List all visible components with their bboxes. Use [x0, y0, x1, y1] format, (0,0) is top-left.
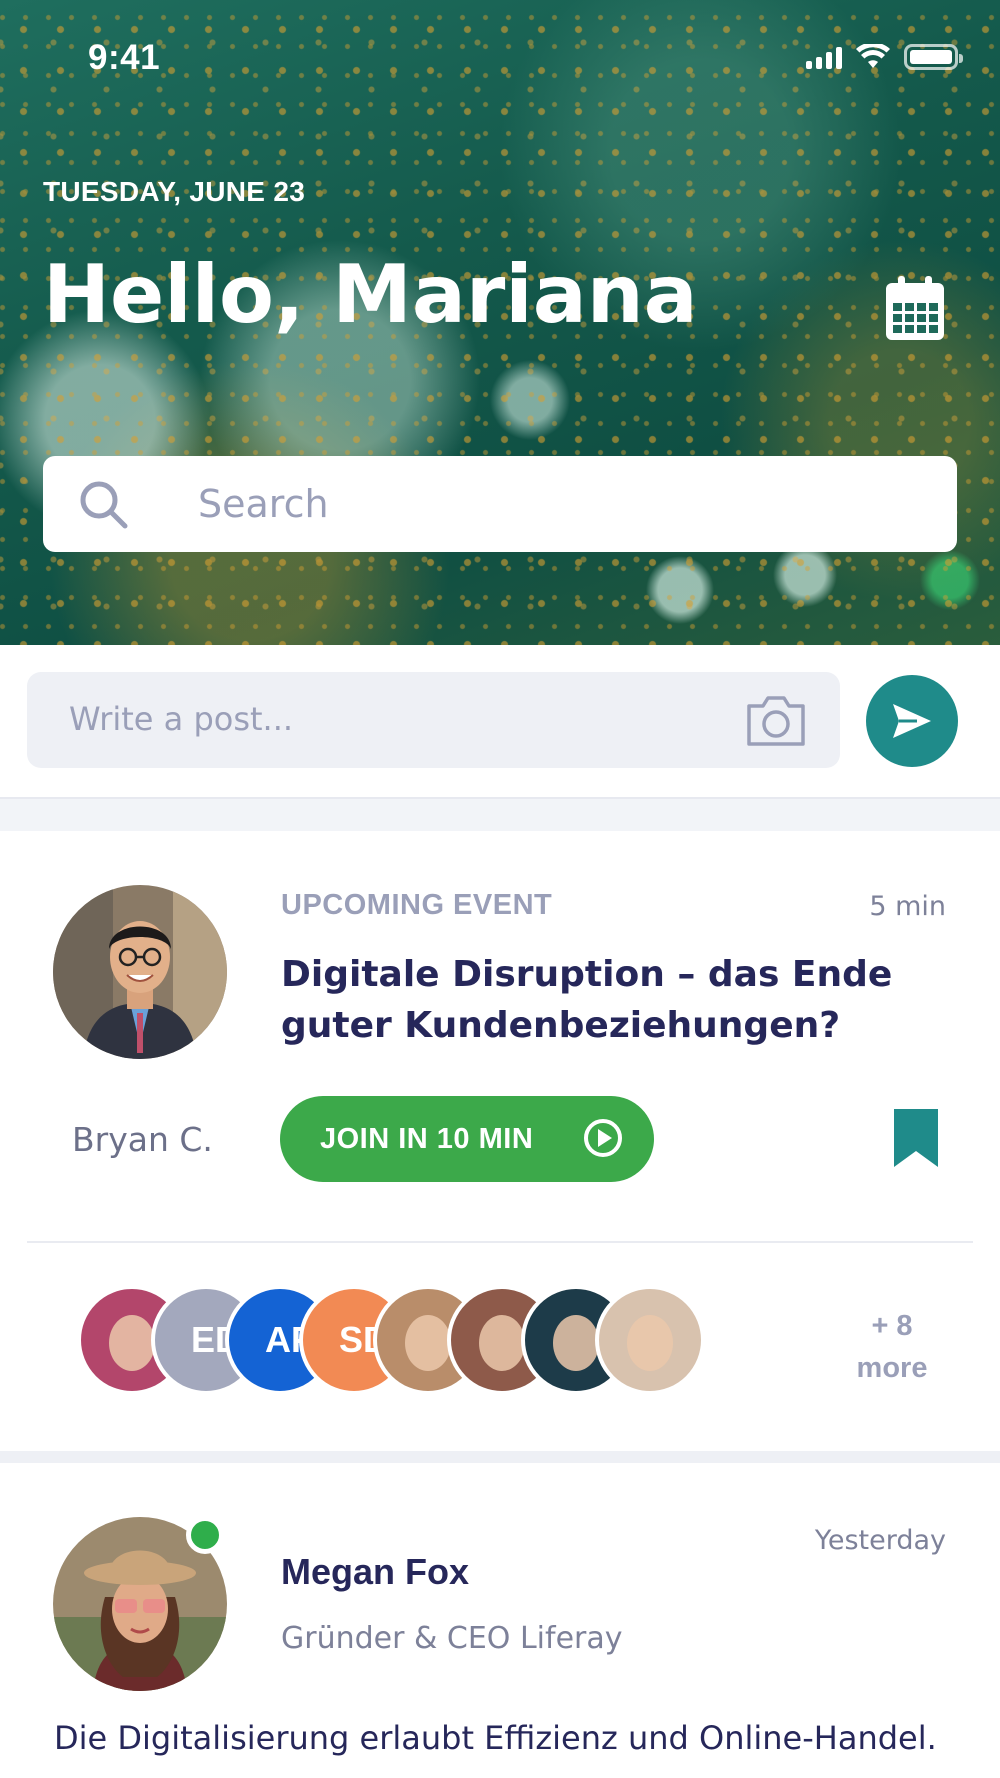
attendee-avatars[interactable]: ED AP SD — [77, 1285, 717, 1395]
attendee-photo — [479, 1315, 525, 1371]
more-attendees-label: more — [856, 1352, 928, 1384]
join-event-button[interactable]: JOIN IN 10 MIN — [280, 1096, 654, 1182]
post-author-name[interactable]: Megan Fox — [281, 1551, 469, 1593]
attendee-photo — [553, 1315, 599, 1371]
search-icon — [80, 481, 128, 529]
more-attendees-count[interactable]: + 8 more — [852, 1305, 932, 1389]
post-author-role: Gründer & CEO Liferay — [281, 1621, 623, 1656]
card-divider — [27, 1241, 973, 1243]
greeting-title: Hello, Mariana — [43, 248, 698, 341]
status-icons — [806, 44, 963, 70]
status-bar: 9:41 — [0, 0, 1000, 110]
event-card[interactable]: UPCOMING EVENT 5 min Digitale Disruption… — [0, 831, 1000, 1451]
date-label: TUESDAY, JUNE 23 — [43, 176, 306, 207]
battery-icon — [904, 44, 963, 70]
calendar-button[interactable] — [884, 276, 946, 342]
more-attendees-number: + 8 — [871, 1310, 913, 1342]
attendee-photo — [405, 1315, 451, 1371]
event-host-name: Bryan C. — [72, 1120, 213, 1159]
section-divider — [0, 797, 1000, 831]
wifi-icon — [856, 44, 890, 68]
post-body-text: Die Digitalisierung erlaubt Effizienz un… — [54, 1719, 937, 1757]
hero-header: 9:41 TUESDAY, JUNE 23 Hello, Mariana Sea… — [0, 0, 1000, 645]
send-button[interactable] — [866, 675, 958, 767]
calendar-icon — [886, 276, 944, 340]
status-time: 9:41 — [88, 38, 161, 77]
event-type-label: UPCOMING EVENT — [281, 889, 553, 921]
section-divider — [0, 1451, 1000, 1463]
play-icon — [584, 1119, 622, 1157]
post-composer: Write a post... — [0, 645, 1000, 797]
host-avatar[interactable] — [53, 885, 227, 1059]
attendee-photo — [109, 1315, 155, 1371]
attendee-photo — [627, 1315, 673, 1371]
join-button-label: JOIN IN 10 MIN — [320, 1122, 534, 1155]
post-card[interactable]: Megan Fox Gründer & CEO Liferay Yesterda… — [0, 1463, 1000, 1778]
search-input[interactable]: Search — [198, 482, 329, 526]
search-bar[interactable]: Search — [43, 456, 957, 552]
send-icon — [893, 704, 931, 738]
bookmark-icon[interactable] — [892, 1107, 940, 1169]
event-time: 5 min — [869, 891, 946, 922]
signal-icon — [806, 45, 842, 69]
attendee-avatar[interactable] — [595, 1285, 705, 1395]
post-timestamp: Yesterday — [814, 1525, 946, 1556]
event-title[interactable]: Digitale Disruption – das Ende guter Kun… — [281, 949, 941, 1051]
post-input[interactable]: Write a post... — [27, 672, 840, 768]
online-status-indicator — [186, 1516, 224, 1554]
post-input-placeholder: Write a post... — [69, 700, 294, 738]
camera-icon[interactable] — [745, 692, 807, 748]
